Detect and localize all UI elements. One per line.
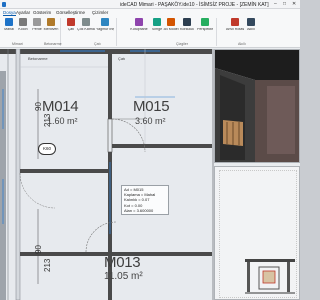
group-label-betonarme: Betonarme bbox=[44, 42, 62, 46]
app-logo-icon[interactable] bbox=[2, 1, 6, 7]
menu-tabs: Dosya Ayarlar Gösterim Görselleştirme Çi… bbox=[0, 9, 300, 16]
kutuphane-icon bbox=[135, 18, 143, 26]
cok-katmanli-button[interactable]: Çok Katmanlı bbox=[77, 17, 95, 41]
tab-gosterim[interactable]: Gösterim bbox=[33, 10, 51, 15]
title-bar: ideCAD Mimari - PAŞAKÖY.ide10 - İSİMSİZ … bbox=[0, 0, 300, 9]
room-name[interactable]: M013 bbox=[104, 254, 141, 271]
3d-preview-pane[interactable] bbox=[214, 49, 300, 163]
mahal-icon bbox=[5, 18, 13, 26]
wall-label: Betonarme bbox=[28, 56, 48, 61]
elevation-pane[interactable] bbox=[214, 166, 300, 300]
cok-katmanli-icon bbox=[82, 18, 90, 26]
akilli-button[interactable]: Akıllı bbox=[244, 17, 258, 41]
group-label-akilli: Akıllı bbox=[238, 42, 246, 46]
cati-icon bbox=[67, 18, 75, 26]
dimension-label: 213 bbox=[43, 113, 52, 127]
room-area: 3.60 m² bbox=[135, 116, 166, 126]
3b-model-button[interactable]: 3B Model bbox=[163, 17, 179, 41]
tab-gorsellestirme[interactable]: Görselleştirme bbox=[56, 10, 85, 15]
drawing-canvas[interactable]: Betonarme Çatı M014 1.60 m² M015 3.60 m²… bbox=[0, 49, 212, 300]
cati-button[interactable]: Çatı bbox=[64, 17, 78, 41]
merdiven-icon bbox=[47, 18, 55, 26]
kutuphane-button[interactable]: Kütüphane bbox=[130, 17, 148, 41]
dimension-label: 90 bbox=[34, 102, 43, 111]
group-separator bbox=[216, 18, 217, 46]
level-marker[interactable]: K60 bbox=[38, 143, 56, 155]
perspektif-button[interactable]: Perspektif bbox=[197, 17, 213, 41]
wall-label: Çatı bbox=[118, 56, 126, 61]
room-area: 11.05 m² bbox=[104, 271, 143, 282]
3b-model-icon bbox=[167, 18, 175, 26]
maximize-button[interactable]: □ bbox=[283, 1, 286, 7]
simge-icon bbox=[153, 18, 161, 26]
elevation-drawing bbox=[245, 259, 295, 294]
app-window: ideCAD Mimari - PAŞAKÖY.ide10 - İSİMSİZ … bbox=[0, 0, 300, 300]
anvil-rotasyonu-icon bbox=[231, 18, 239, 26]
tooltip-line: Alan = 3.600000 bbox=[124, 207, 154, 213]
group-separator bbox=[116, 18, 117, 46]
dimension-label: 213 bbox=[43, 258, 52, 272]
dimension-label: 90 bbox=[34, 245, 43, 254]
room-tooltip: Ad = M015 Kaplama = Mahal Kalınlık = 0.0… bbox=[121, 185, 169, 216]
room-name[interactable]: M014 bbox=[42, 98, 79, 115]
korkuluk-icon bbox=[183, 18, 191, 26]
anvil-rotasyonu-button[interactable]: Anvil Rotasyonu bbox=[226, 17, 244, 41]
kolon-icon bbox=[19, 18, 27, 26]
3d-model-view bbox=[215, 50, 299, 162]
ribbon-toolbar: Mahal Kolon Perde Merdiven Çatı Çok Katm… bbox=[0, 16, 300, 48]
yagmur-inis-borusu-button[interactable]: Yağmur İniş Borusu bbox=[96, 17, 114, 41]
yagmur-inis-borusu-icon bbox=[101, 18, 109, 26]
minimize-button[interactable]: – bbox=[274, 1, 277, 7]
perde-icon bbox=[33, 18, 41, 26]
group-label-cati: Çatı bbox=[94, 42, 101, 46]
group-label-mimari: Mimari bbox=[12, 42, 23, 46]
window-title: ideCAD Mimari - PAŞAKÖY.ide10 - İSİMSİZ … bbox=[120, 1, 269, 8]
tab-cizimler[interactable]: Çizimler bbox=[92, 10, 108, 15]
merdiven-button[interactable]: Merdiven bbox=[44, 17, 58, 41]
close-button[interactable]: ✕ bbox=[292, 1, 296, 7]
akilli-icon bbox=[247, 18, 255, 26]
tab-ayarlar[interactable]: Ayarlar bbox=[16, 10, 30, 15]
korkuluk-button[interactable]: Korkuluk bbox=[180, 17, 194, 41]
group-label-cizgiler: Çizgiler bbox=[176, 42, 188, 46]
perspektif-icon bbox=[201, 18, 209, 26]
room-name[interactable]: M015 bbox=[133, 98, 170, 115]
